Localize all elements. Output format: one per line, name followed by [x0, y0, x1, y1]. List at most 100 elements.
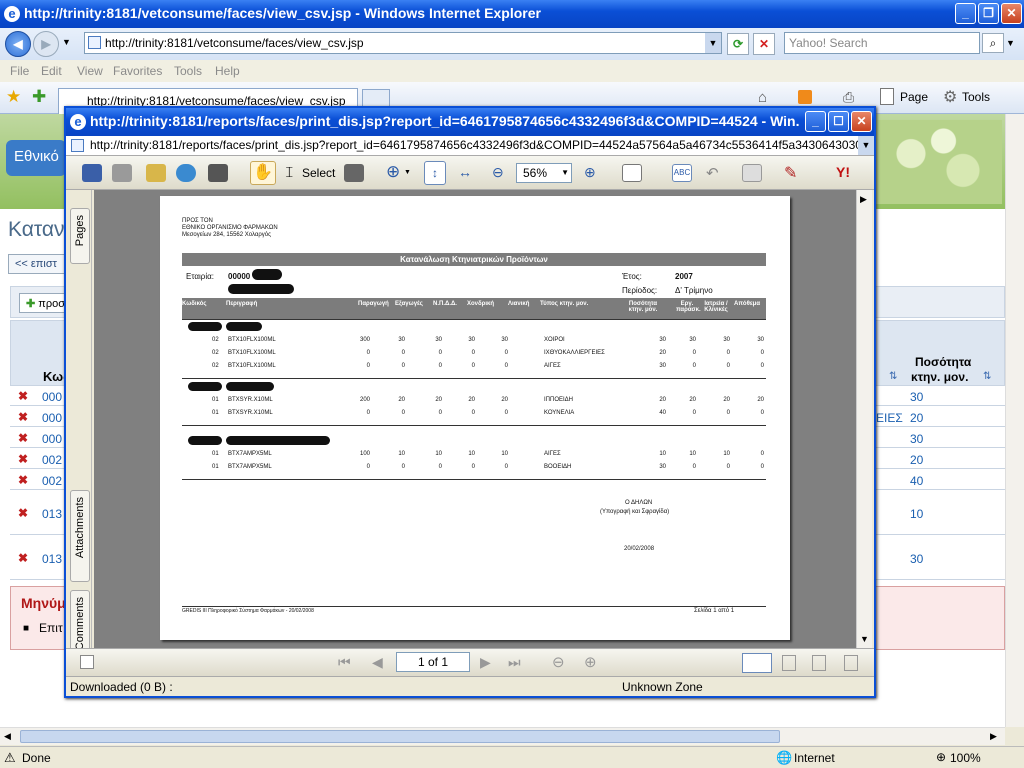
- print-icon[interactable]: ⎙: [843, 89, 854, 106]
- pen-icon[interactable]: ✎: [784, 163, 797, 183]
- row-code[interactable]: 000: [42, 432, 62, 446]
- back-link-button[interactable]: << επιστ: [8, 254, 66, 274]
- zoom-icon[interactable]: ⊕: [936, 750, 946, 764]
- select-tool-label[interactable]: Select: [302, 166, 335, 180]
- sort-icon[interactable]: ⇅: [983, 371, 991, 382]
- page-menu-icon[interactable]: [880, 88, 894, 105]
- back-view-icon[interactable]: ⊖: [552, 653, 565, 671]
- panel-toggle-icon[interactable]: [80, 655, 94, 669]
- restore-button[interactable]: ❐: [978, 3, 999, 24]
- delete-icon[interactable]: ✖: [18, 389, 28, 403]
- last-page-icon[interactable]: ⏭: [508, 654, 521, 671]
- zoom-in-tool-icon[interactable]: ⊕: [386, 162, 400, 182]
- refresh-icon[interactable]: ⟳: [727, 33, 749, 55]
- home-icon[interactable]: ⌂: [758, 89, 767, 106]
- menu-edit[interactable]: Edit: [41, 64, 62, 78]
- address-dropdown-icon[interactable]: ▼: [705, 33, 721, 53]
- print-icon[interactable]: [112, 164, 132, 182]
- popup-address-field[interactable]: http://trinity:8181/reports/faces/print_…: [66, 136, 874, 156]
- pages-icon[interactable]: [622, 164, 642, 182]
- popup-address-dropdown-icon[interactable]: ▼: [858, 136, 874, 155]
- menu-help[interactable]: Help: [215, 64, 240, 78]
- favorites-star-icon[interactable]: ★: [6, 87, 21, 107]
- scroll-up-icon[interactable]: ▶: [860, 194, 867, 205]
- add-favorite-icon[interactable]: ✚: [32, 87, 46, 107]
- zoom-dropdown-icon[interactable]: ▼: [404, 169, 411, 176]
- zoom-level-select[interactable]: 56% ▼: [516, 163, 572, 183]
- tab-pages[interactable]: Pages: [70, 208, 90, 264]
- tools-gear-icon[interactable]: ⚙: [943, 87, 957, 107]
- delete-icon[interactable]: ✖: [18, 410, 28, 424]
- fit-page-icon[interactable]: ↕: [424, 161, 446, 185]
- main-horizontal-scrollbar[interactable]: ◀ ▶: [0, 727, 1005, 745]
- tools-menu-label[interactable]: Tools: [962, 90, 990, 104]
- row-code[interactable]: 000: [42, 411, 62, 425]
- scroll-right-icon[interactable]: ▶: [990, 731, 997, 742]
- continuous-view-icon[interactable]: [782, 655, 796, 671]
- single-page-view-icon[interactable]: [742, 653, 772, 673]
- yahoo-icon[interactable]: Y!: [836, 164, 850, 180]
- scroll-thumb[interactable]: [20, 730, 780, 743]
- history-dropdown-icon[interactable]: ▼: [62, 37, 71, 47]
- snapshot-icon[interactable]: [344, 164, 364, 182]
- prev-page-icon[interactable]: ◀: [372, 654, 383, 671]
- sort-icon[interactable]: ⇅: [889, 371, 897, 382]
- spellcheck-icon[interactable]: ABC: [672, 164, 692, 182]
- scroll-left-icon[interactable]: ◀: [4, 731, 11, 742]
- zoom-in-icon[interactable]: ⊕: [584, 164, 596, 181]
- col-quantity-header-1[interactable]: Ποσότητα: [915, 355, 971, 369]
- popup-close-button[interactable]: ✕: [851, 111, 872, 132]
- address-field[interactable]: http://trinity:8181/vetconsume/faces/vie…: [84, 32, 722, 54]
- web-icon[interactable]: [176, 164, 196, 182]
- zoom-level[interactable]: 100%: [950, 751, 981, 765]
- main-vertical-scrollbar[interactable]: [1005, 114, 1024, 727]
- menu-tools[interactable]: Tools: [174, 64, 202, 78]
- search-input[interactable]: Yahoo! Search: [784, 32, 980, 54]
- row-code[interactable]: 002: [42, 453, 62, 467]
- pdf-vertical-scrollbar[interactable]: ▶ ▼: [856, 190, 872, 648]
- copy-icon[interactable]: [742, 164, 762, 182]
- page-menu-label[interactable]: Page: [900, 90, 928, 104]
- email-icon[interactable]: [146, 164, 166, 182]
- facing-view-icon[interactable]: [812, 655, 826, 671]
- forward-button[interactable]: ▶: [33, 31, 59, 57]
- popup-maximize-button[interactable]: ☐: [828, 111, 849, 132]
- popup-minimize-button[interactable]: _: [805, 111, 826, 132]
- save-icon[interactable]: [82, 164, 102, 182]
- delete-icon[interactable]: ✖: [18, 506, 28, 520]
- tab-attachments[interactable]: Attachments: [70, 490, 90, 582]
- col-quantity-header-2[interactable]: κτην. μον.: [911, 370, 968, 384]
- delete-icon[interactable]: ✖: [18, 473, 28, 487]
- menu-file[interactable]: File: [10, 64, 29, 78]
- delete-icon[interactable]: ✖: [18, 452, 28, 466]
- row-code[interactable]: 000: [42, 390, 62, 404]
- delete-icon[interactable]: ✖: [18, 551, 28, 565]
- minimize-button[interactable]: _: [955, 3, 976, 24]
- fit-width-icon[interactable]: ↔: [458, 164, 472, 180]
- select-tool-icon[interactable]: 𝙸: [284, 164, 295, 181]
- delete-icon[interactable]: ✖: [18, 431, 28, 445]
- hand-tool-icon[interactable]: ✋: [250, 161, 276, 185]
- search-dropdown-icon[interactable]: ▼: [1006, 38, 1015, 48]
- first-page-icon[interactable]: ⏮: [338, 654, 351, 671]
- menu-favorites[interactable]: Favorites: [113, 64, 162, 78]
- forward-view-icon[interactable]: ⊕: [584, 653, 597, 671]
- continuous-facing-view-icon[interactable]: [844, 655, 858, 671]
- close-button[interactable]: ✕: [1001, 3, 1022, 24]
- feeds-icon[interactable]: [798, 90, 812, 104]
- pdf-viewer-area[interactable]: ΠΡΟΣ ΤΟΝ ΕΘΝΙΚΟ ΟΡΓΑΝΙΣΜΟ ΦΑΡΜΑΚΩΝ Μεσογ…: [94, 190, 856, 648]
- next-page-icon[interactable]: ▶: [480, 654, 491, 671]
- chevron-down-icon[interactable]: ▼: [561, 168, 569, 177]
- row-code[interactable]: 002: [42, 474, 62, 488]
- page-number-field[interactable]: 1 of 1: [396, 652, 470, 672]
- back-button[interactable]: ◀: [5, 31, 31, 57]
- binoculars-icon[interactable]: [208, 164, 228, 182]
- menu-view[interactable]: View: [77, 64, 103, 78]
- row-code[interactable]: 013: [42, 552, 62, 566]
- stop-icon[interactable]: ✕: [753, 33, 775, 55]
- scroll-down-icon[interactable]: ▼: [860, 634, 869, 644]
- row-code[interactable]: 013: [42, 507, 62, 521]
- zoom-out-icon[interactable]: ⊖: [492, 164, 504, 181]
- add-button[interactable]: ✚ προσ: [19, 293, 69, 313]
- undo-icon[interactable]: ↶: [706, 164, 719, 182]
